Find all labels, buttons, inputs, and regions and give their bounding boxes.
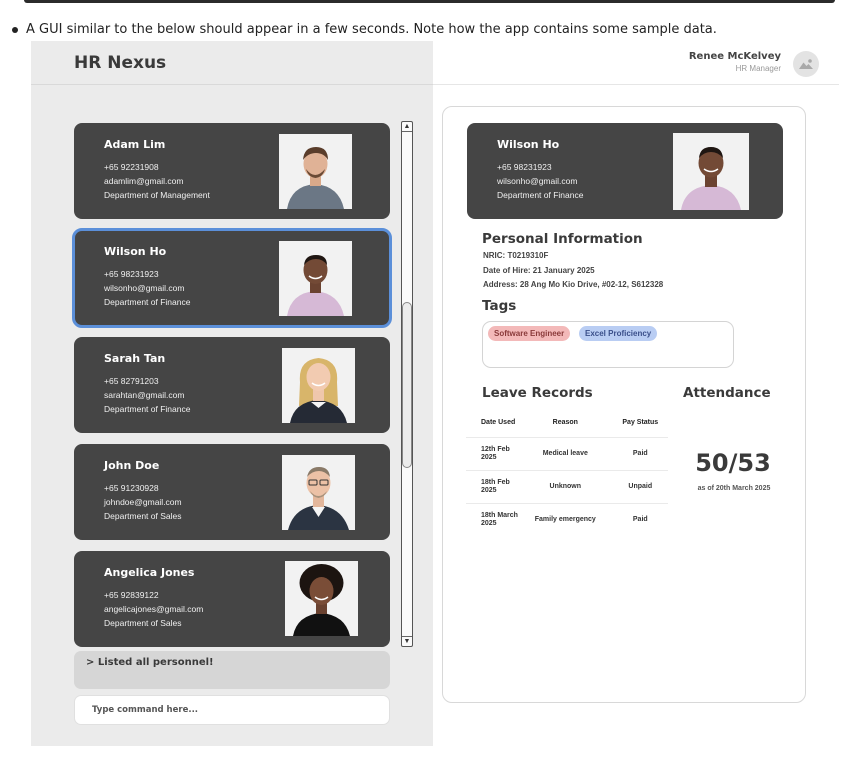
command-input[interactable] [74, 695, 390, 725]
personnel-photo [285, 561, 358, 636]
user-name: Renee McKelvey [688, 51, 781, 62]
personnel-name: John Doe [104, 459, 160, 472]
personnel-photo [282, 348, 355, 423]
personnel-card[interactable]: Adam Lim +65 92231908 adamlim@gmail.com … [74, 123, 390, 219]
personnel-name: Angelica Jones [104, 566, 195, 579]
scroll-thumb[interactable] [402, 302, 412, 468]
personnel-department: Department of Sales [104, 618, 182, 628]
personnel-department: Department of Finance [104, 404, 191, 414]
personnel-card-selected[interactable]: Wilson Ho +65 98231923 wilsonho@gmail.co… [72, 228, 392, 328]
col-date-used: Date Used [466, 409, 518, 438]
user-header: Renee McKelvey HR Manager [433, 41, 839, 85]
table-row: 18th March 2025 Family emergency Paid [466, 503, 668, 536]
hire-date-text: Date of Hire: 21 January 2025 [483, 266, 595, 275]
personnel-name: Sarah Tan [104, 352, 166, 365]
leave-pay-status: Unpaid [612, 470, 668, 504]
left-panel: HR Nexus Adam Lim +65 92231908 adamlim@g… [31, 41, 433, 746]
detail-phone: +65 98231923 [497, 162, 552, 172]
personnel-card[interactable]: Sarah Tan +65 82791203 sarahtan@gmail.co… [74, 337, 390, 433]
leave-header-row: Date Used Reason Pay Status [466, 409, 668, 438]
instruction-bullet: A GUI similar to the below should appear… [12, 22, 717, 37]
user-role: HR Manager [735, 64, 781, 73]
leave-reason: Family emergency [534, 516, 596, 524]
result-display: > Listed all personnel! [74, 651, 390, 689]
leave-reason: Medical leave [518, 437, 613, 471]
leave-records-heading: Leave Records [482, 385, 593, 401]
tags-heading: Tags [482, 298, 517, 314]
personnel-phone: +65 91230928 [104, 483, 159, 493]
leave-table: Date Used Reason Pay Status 12th Feb 202… [466, 409, 668, 536]
col-pay-status: Pay Status [612, 409, 668, 438]
personnel-department: Department of Sales [104, 511, 182, 521]
col-reason: Reason [518, 409, 613, 438]
table-row: 18th Feb 2025 Unknown Unpaid [466, 470, 668, 504]
user-info: Renee McKelvey HR Manager [689, 51, 781, 73]
personnel-photo [282, 455, 355, 530]
leave-date: 18th Feb 2025 [466, 470, 518, 504]
top-edge [0, 0, 861, 16]
personnel-email: johndoe@gmail.com [104, 497, 182, 507]
personal-info-heading: Personal Information [482, 231, 643, 247]
personnel-card[interactable]: John Doe +65 91230928 johndoe@gmail.com … [74, 444, 390, 540]
personnel-department: Department of Finance [104, 297, 191, 307]
leave-date: 18th March 2025 [481, 511, 518, 527]
detail-email: wilsonho@gmail.com [497, 176, 578, 186]
personnel-phone: +65 92231908 [104, 162, 159, 172]
personnel-phone: +65 92839122 [104, 590, 159, 600]
scroll-up-icon[interactable]: ▲ [402, 122, 412, 132]
personnel-phone: +65 98231923 [104, 269, 159, 279]
personnel-email: adamlim@gmail.com [104, 176, 184, 186]
address-text: Address: 28 Ang Mo Kio Drive, #02-12, S6… [483, 280, 664, 289]
nric-text: NRIC: T0219310F [483, 251, 549, 260]
tags-box: Software Engineer Excel Proficiency [482, 321, 734, 368]
leave-pay-status: Paid [612, 437, 668, 471]
personnel-scrollbar[interactable]: ▲ ▼ [401, 121, 413, 647]
personnel-email: sarahtan@gmail.com [104, 390, 185, 400]
app-title: HR Nexus [74, 52, 167, 73]
personnel-email: angelicajones@gmail.com [104, 604, 204, 614]
detail-panel: Wilson Ho +65 98231923 wilsonho@gmail.co… [442, 106, 806, 703]
scroll-down-icon[interactable]: ▼ [402, 636, 412, 646]
personnel-photo [279, 241, 352, 316]
personnel-photo [279, 134, 352, 209]
leave-pay-status: Paid [632, 516, 648, 524]
hr-nexus-window: HR Nexus Adam Lim +65 92231908 adamlim@g… [31, 41, 839, 746]
right-panel: Renee McKelvey HR Manager Wilson Ho +65 … [433, 41, 839, 746]
table-row: 12th Feb 2025 Medical leave Paid [466, 437, 668, 471]
personnel-name: Wilson Ho [104, 245, 167, 258]
app-header: HR Nexus [31, 41, 433, 85]
detail-name: Wilson Ho [497, 138, 560, 151]
detail-photo [673, 133, 749, 210]
bullet-dot [12, 26, 18, 33]
tag-chip: Excel Proficiency [579, 326, 658, 341]
attendance-value: 50/53 [695, 449, 771, 477]
leave-reason: Unknown [518, 470, 613, 504]
selected-personnel-card: Wilson Ho +65 98231923 wilsonho@gmail.co… [467, 123, 783, 219]
leave-date: 12th Feb 2025 [466, 437, 518, 471]
tag-chip: Software Engineer [488, 326, 571, 341]
personnel-department: Department of Management [104, 190, 210, 200]
personnel-name: Adam Lim [104, 138, 166, 151]
personnel-phone: +65 82791203 [104, 376, 159, 386]
personnel-card[interactable]: Angelica Jones +65 92839122 angelicajone… [74, 551, 390, 647]
avatar-icon[interactable] [793, 51, 819, 77]
detail-department: Department of Finance [497, 190, 584, 200]
instruction-text: A GUI similar to the below should appear… [26, 22, 717, 37]
attendance-as-of: as of 20th March 2025 [697, 485, 771, 492]
attendance-heading: Attendance [683, 385, 771, 401]
personnel-email: wilsonho@gmail.com [104, 283, 185, 293]
